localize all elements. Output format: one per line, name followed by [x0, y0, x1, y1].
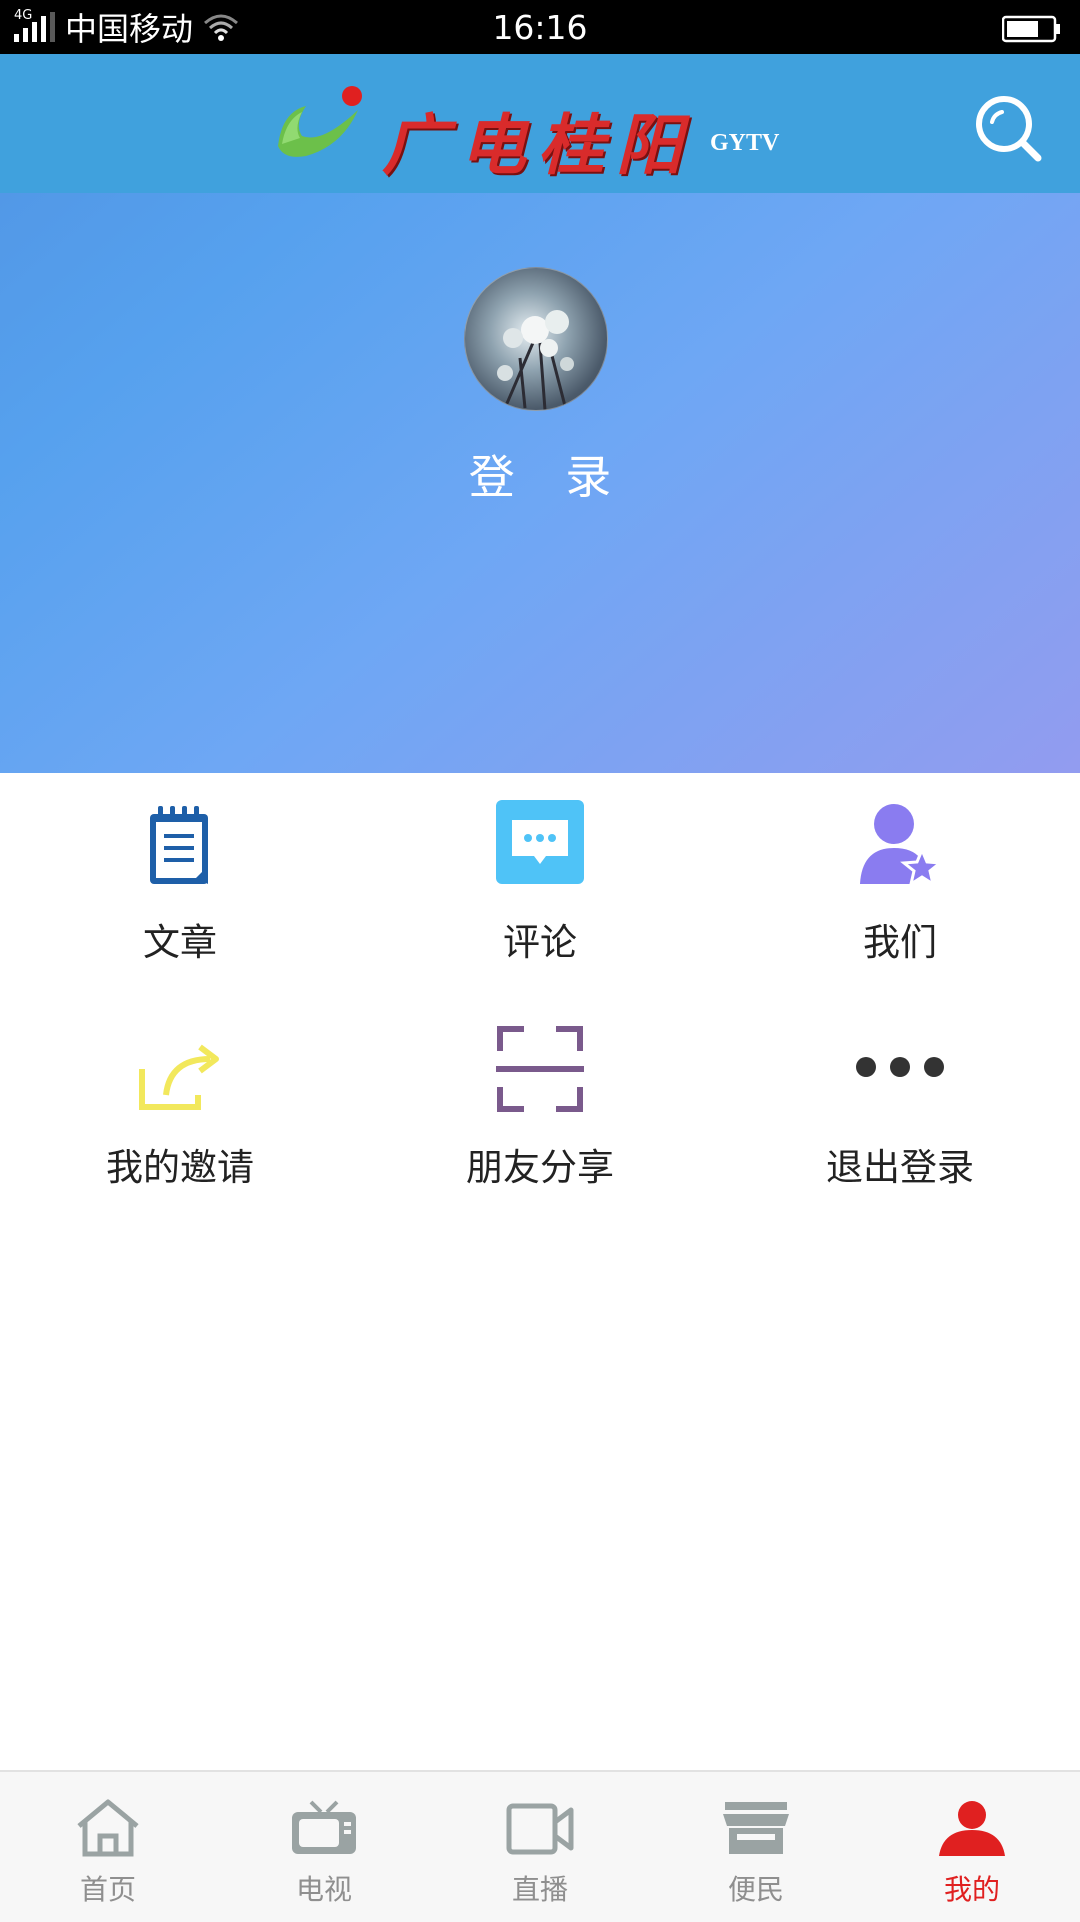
logo-text: 广电桂阳	[382, 106, 694, 184]
profile-hero: 登 录	[0, 193, 1080, 773]
tab-label: 直播	[511, 1873, 568, 1906]
scan-frame-icon	[496, 1026, 584, 1112]
clock: 16:16	[492, 8, 588, 47]
menu-item-articles[interactable]: 文章	[0, 800, 360, 970]
avatar[interactable]	[464, 267, 608, 411]
menu-label: 退出登录	[826, 1146, 974, 1189]
menu-label: 我们	[863, 921, 937, 964]
store-icon	[723, 1802, 789, 1854]
battery-icon	[1001, 13, 1062, 51]
more-dots-icon	[856, 1057, 944, 1077]
share-arrow-icon	[139, 1044, 219, 1110]
menu-label: 朋友分享	[466, 1146, 614, 1189]
logo-swoosh-icon	[278, 86, 362, 157]
search-button[interactable]	[972, 92, 1044, 164]
tab-live[interactable]: 直播	[432, 1772, 648, 1922]
menu-label: 我的邀请	[106, 1146, 254, 1189]
user-icon	[939, 1801, 1005, 1856]
tab-label: 我的	[943, 1873, 1000, 1906]
menu-item-about-us[interactable]: 我们	[720, 800, 1080, 970]
search-icon	[976, 96, 1042, 162]
app-header: 广电桂阳 GYTV	[0, 54, 1080, 193]
tab-tv[interactable]: 电视	[216, 1772, 432, 1922]
tab-mine[interactable]: 我的	[864, 1772, 1080, 1922]
tab-home[interactable]: 首页	[0, 1772, 216, 1922]
login-button[interactable]: 登 录	[0, 441, 1080, 507]
tv-icon	[292, 1800, 356, 1854]
logo-subtext: GYTV	[710, 130, 780, 156]
menu-item-my-invitations[interactable]: 我的邀请	[0, 1025, 360, 1195]
status-bar: 4G 中国移动 16:16	[0, 0, 1080, 54]
tab-label: 便民	[727, 1873, 784, 1906]
user-star-icon	[860, 804, 944, 888]
chat-bubble-icon	[496, 800, 584, 884]
app-logo: 广电桂阳 GYTV	[272, 84, 792, 184]
menu-label: 评论	[503, 921, 577, 964]
menu-item-logout[interactable]: 退出登录	[720, 1025, 1080, 1195]
menu-item-comments[interactable]: 评论	[360, 800, 720, 970]
menu-label: 文章	[143, 921, 217, 964]
menu-item-share-friends[interactable]: 朋友分享	[360, 1025, 720, 1195]
tab-label: 首页	[79, 1873, 136, 1906]
bottom-tab-bar: 首页 电视 直播 便民 我的	[0, 1770, 1080, 1922]
notepad-icon	[150, 806, 208, 884]
avatar-flower-image	[497, 310, 574, 410]
tab-label: 电视	[295, 1873, 352, 1906]
home-icon	[77, 1799, 139, 1857]
video-camera-icon	[506, 1803, 574, 1855]
tab-services[interactable]: 便民	[648, 1772, 864, 1922]
